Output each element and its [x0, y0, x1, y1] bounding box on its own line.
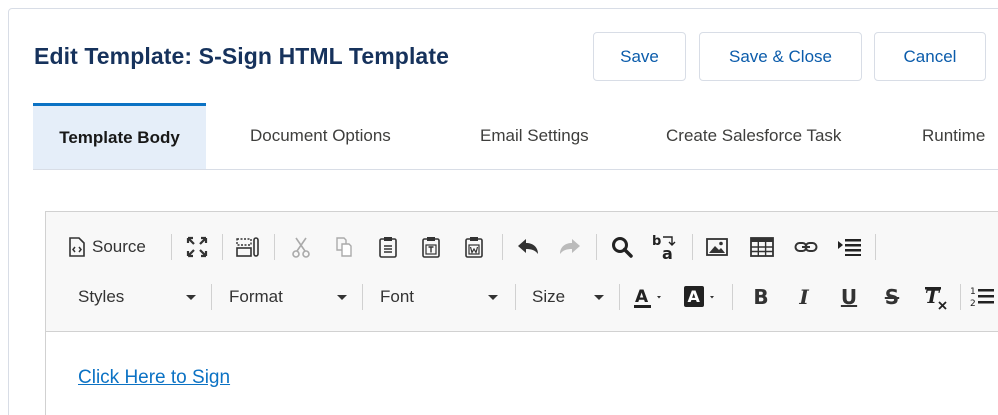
numbered-list-icon: 1 2: [970, 287, 994, 309]
text-color-icon: A: [634, 287, 661, 308]
svg-text:A: A: [688, 287, 701, 306]
cancel-button[interactable]: Cancel: [874, 32, 986, 81]
toolbar-separator: [596, 234, 597, 260]
toolbar-separator: [692, 234, 693, 260]
size-dropdown[interactable]: Size: [532, 280, 604, 314]
numbered-list-button[interactable]: 1 2: [970, 284, 996, 310]
replace-icon: b a: [652, 234, 676, 262]
source-icon: [69, 237, 85, 257]
remove-format-button[interactable]: T: [923, 284, 949, 312]
redo-button[interactable]: [557, 234, 583, 260]
tab-bar: Template Body Document Options Email Set…: [33, 103, 998, 170]
strikethrough-icon: S: [884, 285, 900, 309]
background-color-button[interactable]: A: [683, 284, 723, 310]
svg-text:b: b: [652, 234, 661, 249]
italic-icon: I: [799, 285, 809, 309]
maximize-icon: [186, 236, 208, 258]
chevron-down-icon: [186, 295, 196, 300]
replace-button[interactable]: b a: [650, 232, 678, 262]
save-button[interactable]: Save: [593, 32, 686, 81]
paste-icon: [379, 237, 397, 258]
format-label: Format: [229, 287, 283, 306]
page-break-icon: [838, 239, 861, 256]
paste-word-button[interactable]: [462, 234, 486, 260]
sign-link[interactable]: Click Here to Sign: [78, 367, 230, 388]
paste-button[interactable]: [376, 234, 400, 260]
svg-text:2: 2: [970, 299, 976, 309]
chevron-down-icon: [488, 295, 498, 300]
bold-button[interactable]: B: [749, 284, 773, 310]
text-color-button[interactable]: A: [633, 284, 669, 310]
format-dropdown[interactable]: Format: [229, 280, 347, 314]
editor-content[interactable]: Click Here to Sign: [78, 367, 230, 389]
tab-email-settings[interactable]: Email Settings: [480, 103, 589, 169]
toolbar-separator: [171, 234, 172, 260]
paste-text-icon: [422, 237, 440, 258]
size-label: Size: [532, 287, 566, 306]
image-icon: [706, 238, 728, 256]
table-icon: [750, 237, 774, 257]
styles-dropdown[interactable]: Styles: [78, 280, 196, 314]
font-dropdown[interactable]: Font: [380, 280, 498, 314]
find-icon: [612, 237, 633, 258]
link-icon: [794, 242, 818, 252]
page-title: Edit Template: S-Sign HTML Template: [34, 43, 449, 69]
tab-template-body[interactable]: Template Body: [33, 103, 206, 169]
find-button[interactable]: [610, 234, 634, 260]
link-button[interactable]: [793, 234, 819, 260]
styles-label: Styles: [78, 287, 125, 306]
redo-icon: [560, 239, 580, 254]
strikethrough-button[interactable]: S: [880, 284, 904, 310]
remove-format-icon: T: [925, 286, 947, 310]
tab-runtime[interactable]: Runtime: [922, 103, 985, 169]
cut-icon: [292, 237, 310, 258]
svg-text:a: a: [662, 244, 673, 262]
bold-icon: B: [753, 285, 769, 309]
paste-word-icon: [465, 237, 483, 258]
toolbar-separator: [211, 284, 212, 310]
rich-text-editor: Source b a Styles Format Font Size A A B…: [45, 211, 998, 415]
toolbar-separator: [515, 284, 516, 310]
cut-button[interactable]: [289, 234, 313, 260]
maximize-button[interactable]: [184, 234, 210, 260]
image-button[interactable]: [705, 234, 729, 260]
svg-text:A: A: [635, 287, 649, 307]
svg-text:1: 1: [970, 287, 976, 297]
underline-icon: U: [840, 285, 858, 309]
undo-button[interactable]: [515, 234, 541, 260]
source-button[interactable]: Source: [68, 234, 146, 260]
underline-button[interactable]: U: [837, 284, 861, 310]
table-button[interactable]: [749, 234, 775, 260]
toolbar-separator: [960, 284, 961, 310]
tab-create-salesforce-task[interactable]: Create Salesforce Task: [666, 103, 841, 169]
paste-text-button[interactable]: [419, 234, 443, 260]
show-blocks-button[interactable]: [234, 234, 262, 260]
tab-document-options[interactable]: Document Options: [250, 103, 391, 169]
page-break-button[interactable]: [836, 234, 864, 260]
toolbar-separator: [222, 234, 223, 260]
chevron-down-icon: [594, 295, 604, 300]
toolbar-separator: [502, 234, 503, 260]
italic-button[interactable]: I: [792, 284, 816, 310]
background-color-icon: A: [684, 286, 714, 307]
toolbar-separator: [619, 284, 620, 310]
toolbar-separator: [274, 234, 275, 260]
toolbar-separator: [732, 284, 733, 310]
editor-toolbar: Source b a Styles Format Font Size A A B…: [46, 212, 998, 332]
toolbar-separator: [875, 234, 876, 260]
undo-icon: [518, 239, 538, 254]
font-label: Font: [380, 287, 415, 306]
toolbar-separator: [362, 284, 363, 310]
copy-button[interactable]: [332, 234, 356, 260]
show-blocks-icon: [236, 237, 259, 257]
source-label: Source: [92, 237, 146, 256]
copy-icon: [336, 237, 352, 257]
save-close-button[interactable]: Save & Close: [699, 32, 862, 81]
chevron-down-icon: [337, 295, 347, 300]
